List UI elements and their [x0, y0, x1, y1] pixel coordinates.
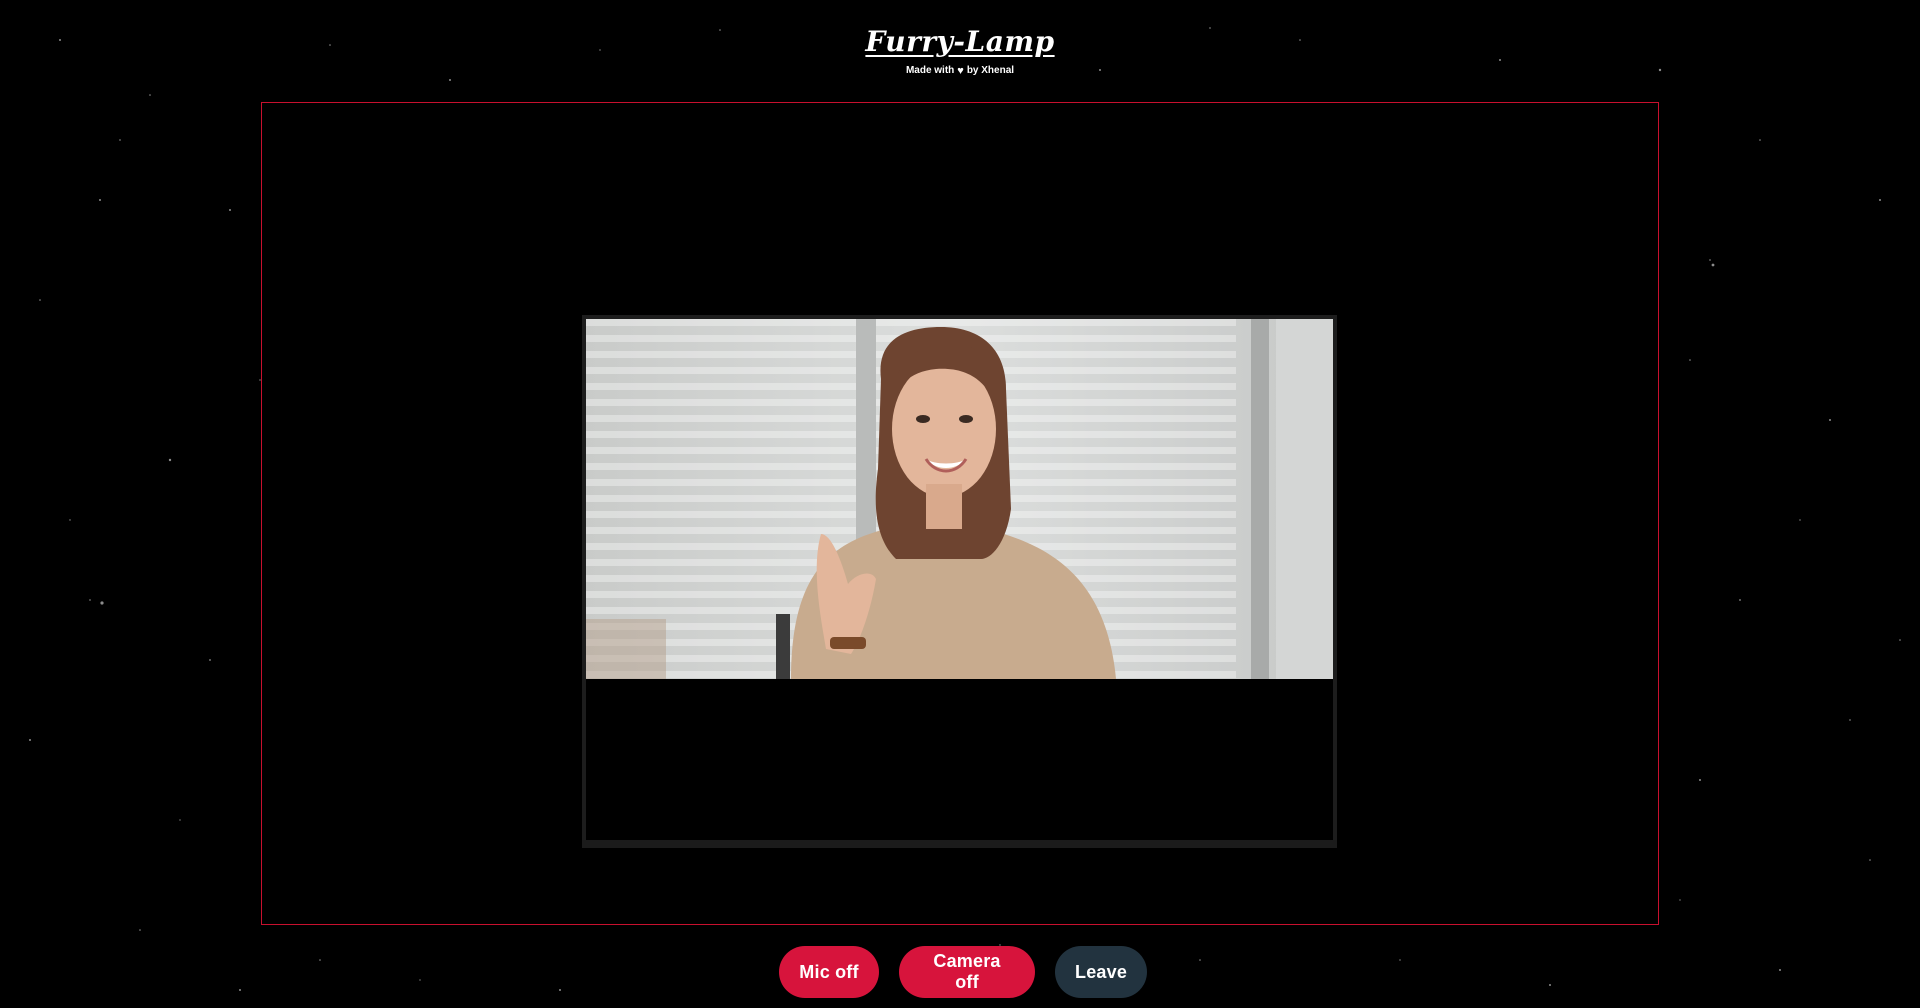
participant-video-tile: [582, 315, 1337, 848]
app-header: Furry-Lamp Made with ♥ by Xhenal: [0, 26, 1920, 77]
participant-video: [586, 319, 1333, 679]
camera-toggle-button[interactable]: Camera off: [899, 946, 1035, 998]
tagline-prefix: Made with: [905, 65, 955, 76]
app-logo[interactable]: Furry-Lamp: [0, 26, 1920, 58]
call-controls: Mic off Camera off Leave: [0, 946, 1920, 998]
leave-call-button[interactable]: Leave: [1055, 946, 1147, 998]
video-stage: [261, 102, 1659, 925]
app-tagline: Made with ♥ by Xhenal: [906, 65, 1014, 76]
mic-toggle-button[interactable]: Mic off: [779, 946, 879, 998]
tagline-suffix: by Xhenal: [966, 65, 1015, 76]
person-video-feed-icon: [586, 319, 1333, 679]
heart-icon: ♥: [957, 64, 964, 77]
page: Furry-Lamp Made with ♥ by Xhenal Mic off…: [0, 0, 1920, 1008]
